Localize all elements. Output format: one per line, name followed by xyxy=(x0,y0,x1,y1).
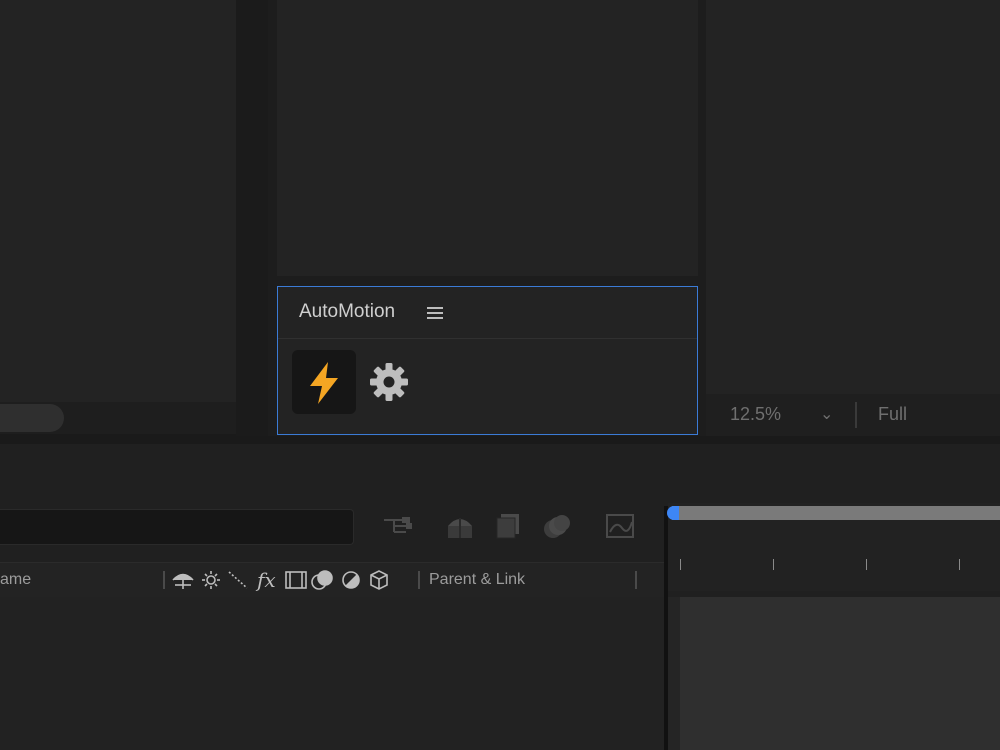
column-parent-link[interactable]: Parent & Link xyxy=(429,571,525,589)
layer-search-input[interactable] xyxy=(0,509,354,545)
work-area-bar[interactable] xyxy=(672,506,1000,520)
frame-blending-icon[interactable] xyxy=(493,512,525,542)
zoom-level[interactable]: 12.5% xyxy=(730,404,781,425)
switches-group: fx xyxy=(171,567,411,593)
resolution-select[interactable]: Full xyxy=(878,404,907,425)
panel-title[interactable]: AutoMotion xyxy=(299,301,395,323)
motion-blur-icon[interactable] xyxy=(541,512,573,542)
hamburger-icon[interactable] xyxy=(426,299,444,328)
ruler-tick xyxy=(866,559,867,570)
ruler-tick xyxy=(773,559,774,570)
shy-layers-icon[interactable] xyxy=(444,512,476,542)
ruler-tick xyxy=(680,559,681,570)
gear-icon xyxy=(370,363,408,401)
footer-divider xyxy=(855,402,857,428)
scrollbar-thumb[interactable] xyxy=(0,404,64,432)
panel-divider-horizontal[interactable] xyxy=(0,436,1000,444)
panel-divider[interactable] xyxy=(236,0,268,437)
viewer-panel xyxy=(706,0,1000,394)
automotion-run-button[interactable] xyxy=(292,350,356,414)
layer-column-header: ame fx Parent & Link xyxy=(0,562,664,598)
svg-text:fx: fx xyxy=(255,568,276,592)
chevron-down-icon[interactable]: ⌄ xyxy=(820,404,833,424)
column-separator[interactable] xyxy=(418,571,420,589)
column-separator[interactable] xyxy=(635,571,637,589)
column-separator[interactable] xyxy=(163,571,165,589)
ruler-tick xyxy=(959,559,960,570)
flowchart-icon[interactable] xyxy=(382,512,414,542)
layer-list[interactable] xyxy=(0,597,664,750)
track-gutter xyxy=(668,597,680,750)
settings-button[interactable] xyxy=(366,359,412,405)
column-name[interactable]: ame xyxy=(0,571,31,589)
composition-panel xyxy=(277,0,698,276)
automotion-panel: AutoMotion xyxy=(277,286,698,435)
work-area-start-handle[interactable] xyxy=(667,506,679,520)
graph-editor-icon[interactable] xyxy=(604,512,636,542)
lightning-bolt-icon xyxy=(310,362,338,404)
project-panel-content xyxy=(0,0,236,402)
timeline-track-area[interactable] xyxy=(680,597,1000,750)
panel-header-divider xyxy=(278,338,697,339)
